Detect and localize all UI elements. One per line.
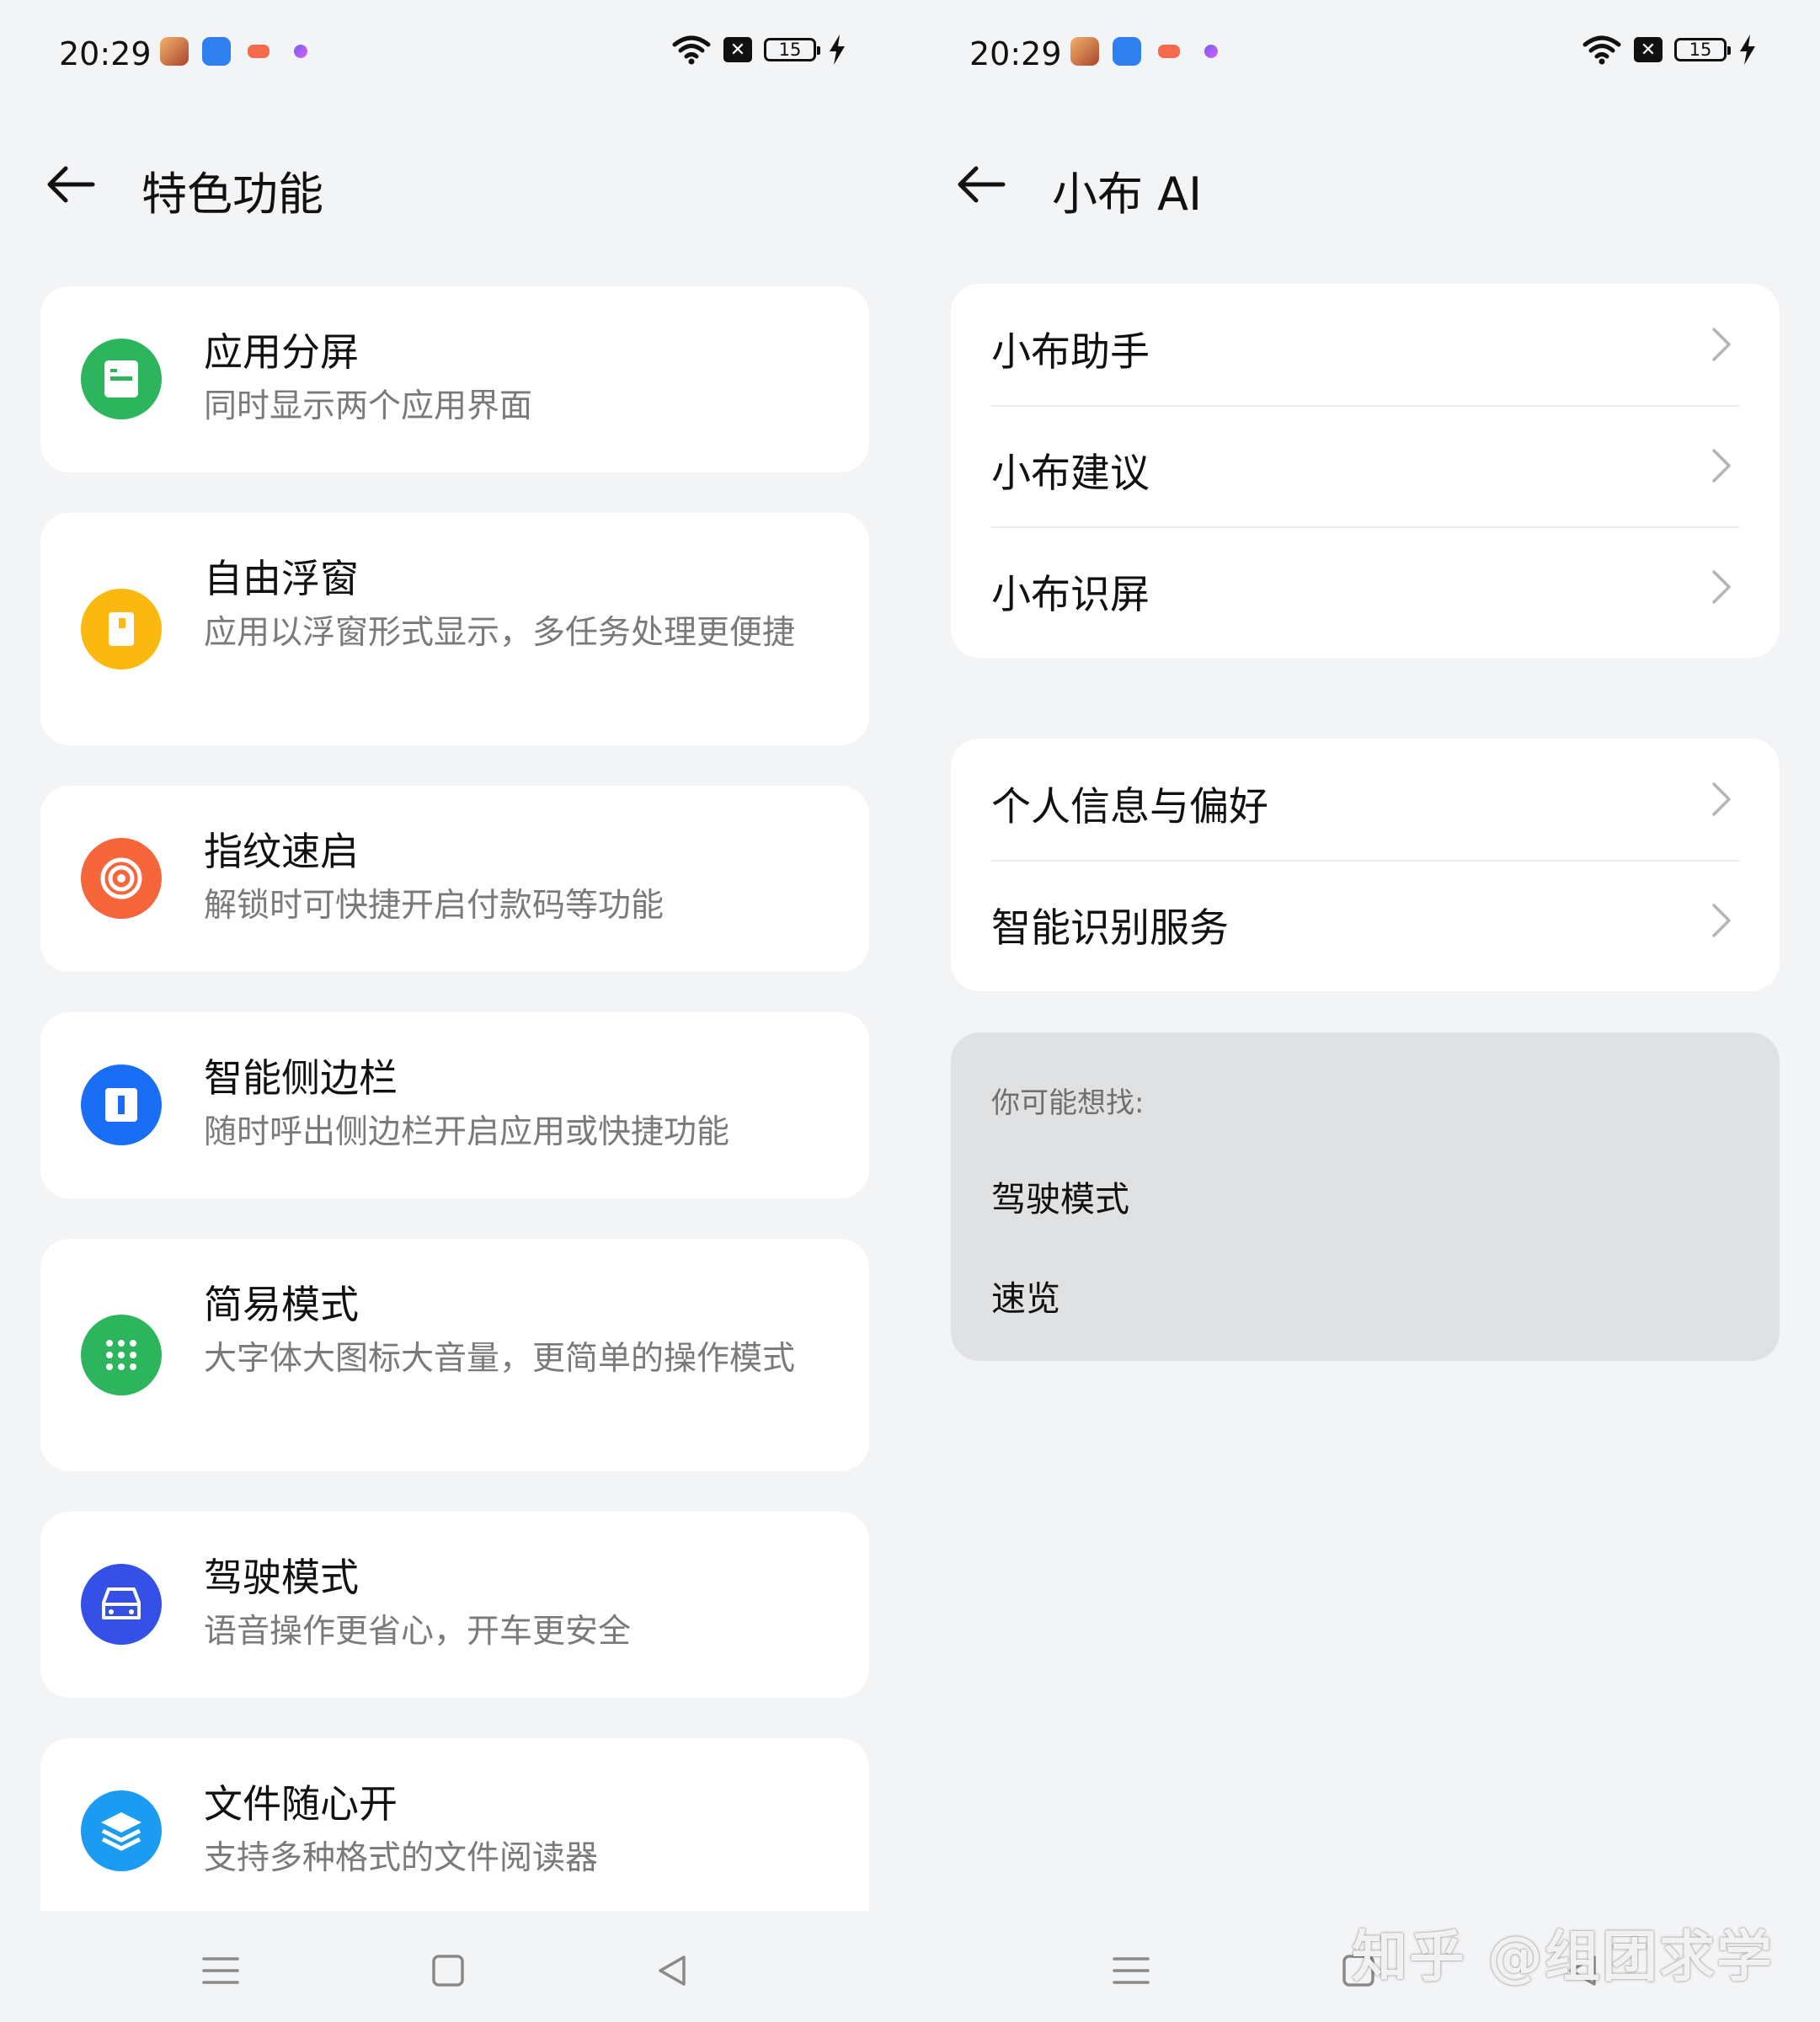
feature-title: 指纹速启 xyxy=(204,829,359,874)
row-smart-recognition-service[interactable]: 智能识别服务 xyxy=(951,860,1780,981)
chevron-right-icon xyxy=(1712,782,1731,816)
feature-card-split-screen[interactable]: 应用分屏 同时显示两个应用界面 xyxy=(40,286,869,472)
battery-level: 15 xyxy=(778,40,802,60)
header: 小布 AI xyxy=(910,143,1820,227)
suggestion-quick-view[interactable]: 速览 xyxy=(991,1270,1060,1320)
feature-title: 应用分屏 xyxy=(204,329,359,375)
feature-settings-screen: 20:29 ✕ 15 特色功能 应用分屏 同时显示两个应用界面 自由浮窗 应用以… xyxy=(0,0,910,2022)
status-indicators: ✕ 15 xyxy=(671,34,846,66)
feature-desc: 语音操作更省心，开车更安全 xyxy=(204,1613,632,1651)
feature-desc: 支持多种格式的文件阅读器 xyxy=(204,1839,599,1877)
feature-title: 自由浮窗 xyxy=(204,556,359,601)
car-icon xyxy=(81,1564,162,1645)
feature-desc: 大字体大图标大音量，更简单的操作模式 xyxy=(204,1340,796,1378)
status-bar: 20:29 ✕ 15 xyxy=(910,0,1820,105)
feature-card-simple-mode[interactable]: 简易模式 大字体大图标大音量，更简单的操作模式 xyxy=(40,1239,869,1471)
feature-title: 驾驶模式 xyxy=(204,1555,359,1600)
page-title: 小布 AI xyxy=(1052,168,1203,221)
home-square-icon[interactable] xyxy=(424,1947,472,1994)
row-label: 小布建议 xyxy=(991,451,1150,497)
back-arrow-icon[interactable] xyxy=(45,165,96,204)
sidebar-icon xyxy=(81,1064,162,1145)
baidu-app-icon xyxy=(202,37,231,66)
suggestions-panel: 你可能想找: 驾驶模式 速览 xyxy=(951,1032,1780,1361)
charging-bolt-icon xyxy=(1740,35,1755,65)
status-bar: 20:29 ✕ 15 xyxy=(0,0,910,105)
feature-title: 智能侧边栏 xyxy=(204,1055,398,1101)
feature-title: 简易模式 xyxy=(204,1282,359,1327)
xiaobu-ai-screen: 20:29 ✕ 15 小布 AI 小布助手 小布建议 小布识屏 个人信息与偏好 … xyxy=(910,0,1820,2022)
feature-desc: 同时显示两个应用界面 xyxy=(204,387,533,425)
battery-level: 15 xyxy=(1689,40,1712,60)
wifi-icon xyxy=(672,35,711,65)
game-avatar-icon xyxy=(160,37,189,66)
row-xiaobu-suggestions[interactable]: 小布建议 xyxy=(951,405,1780,526)
assistant-bubble-icon xyxy=(1197,37,1225,66)
personal-settings-group: 个人信息与偏好 智能识别服务 xyxy=(951,739,1780,991)
battery-icon: 15 xyxy=(764,38,820,61)
menu-icon[interactable] xyxy=(1107,1947,1155,1994)
status-indicators: ✕ 15 xyxy=(1582,34,1757,66)
feature-desc: 应用以浮窗形式显示，多任务处理更便捷 xyxy=(204,614,796,652)
gamepad-icon xyxy=(1155,37,1183,66)
clock: 20:29 xyxy=(969,35,1062,72)
baidu-app-icon xyxy=(1113,37,1141,66)
clock: 20:29 xyxy=(59,35,152,72)
feature-desc: 随时呼出侧边栏开启应用或快捷功能 xyxy=(204,1113,730,1151)
battery-icon: 15 xyxy=(1674,38,1731,61)
watermark: 知乎 @组团求学 xyxy=(1352,1924,1774,1989)
feature-card-file-reader[interactable]: 文件随心开 支持多种格式的文件阅读器 xyxy=(40,1738,869,1911)
feature-card-driving-mode[interactable]: 驾驶模式 语音操作更省心，开车更安全 xyxy=(40,1512,869,1698)
split-screen-icon xyxy=(81,339,162,419)
chevron-right-icon xyxy=(1712,570,1731,604)
chevron-right-icon xyxy=(1712,904,1731,937)
notification-icons xyxy=(160,37,315,66)
feature-desc: 解锁时可快捷开启付款码等功能 xyxy=(204,887,664,925)
close-notification-icon: ✕ xyxy=(723,37,752,62)
fingerprint-icon xyxy=(81,838,162,919)
assistant-bubble-icon xyxy=(286,37,315,66)
floating-window-icon xyxy=(81,589,162,670)
game-avatar-icon xyxy=(1070,37,1099,66)
close-notification-icon: ✕ xyxy=(1634,37,1663,62)
wifi-icon xyxy=(1582,35,1621,65)
xiaobu-settings-group: 小布助手 小布建议 小布识屏 xyxy=(951,284,1780,658)
row-xiaobu-screen-recognition[interactable]: 小布识屏 xyxy=(951,526,1780,648)
feature-card-floating-window[interactable]: 自由浮窗 应用以浮窗形式显示，多任务处理更便捷 xyxy=(40,513,869,745)
layers-icon xyxy=(81,1790,162,1871)
row-xiaobu-assistant[interactable]: 小布助手 xyxy=(951,284,1780,405)
back-arrow-icon[interactable] xyxy=(956,165,1006,204)
chevron-right-icon xyxy=(1712,328,1731,361)
chevron-right-icon xyxy=(1712,449,1731,483)
row-label: 小布识屏 xyxy=(991,572,1150,618)
navigation-bar xyxy=(0,1937,910,2004)
notification-icons xyxy=(1070,37,1225,66)
row-label: 智能识别服务 xyxy=(991,905,1229,952)
feature-card-smart-sidebar[interactable]: 智能侧边栏 随时呼出侧边栏开启应用或快捷功能 xyxy=(40,1012,869,1198)
suggestion-driving-mode[interactable]: 驾驶模式 xyxy=(991,1171,1129,1221)
charging-bolt-icon xyxy=(830,35,845,65)
back-triangle-icon[interactable] xyxy=(648,1947,696,1994)
grid-dots-icon xyxy=(81,1315,162,1395)
page-title: 特色功能 xyxy=(141,168,323,221)
feature-title: 文件随心开 xyxy=(204,1781,398,1827)
suggestions-title: 你可能想找: xyxy=(991,1086,1145,1120)
row-label: 小布助手 xyxy=(991,329,1150,376)
menu-icon[interactable] xyxy=(197,1947,244,1994)
row-label: 个人信息与偏好 xyxy=(991,784,1268,830)
feature-card-fingerprint[interactable]: 指纹速启 解锁时可快捷开启付款码等功能 xyxy=(40,786,869,972)
header: 特色功能 xyxy=(0,143,910,227)
gamepad-icon xyxy=(244,37,273,66)
row-personal-info-preferences[interactable]: 个人信息与偏好 xyxy=(951,739,1780,860)
